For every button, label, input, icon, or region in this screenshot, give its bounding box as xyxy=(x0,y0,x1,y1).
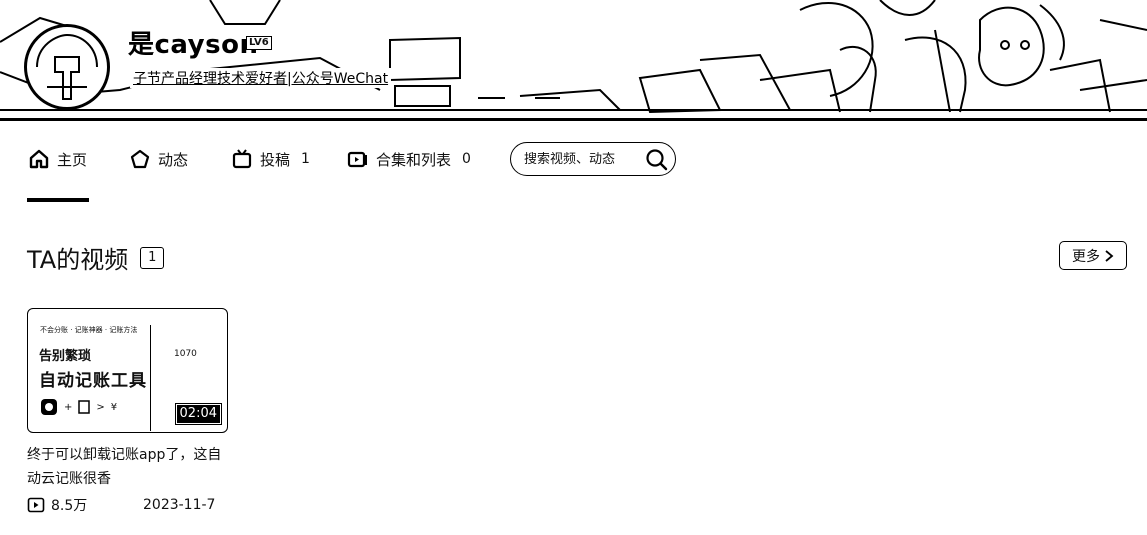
tab-collections-count: 0 xyxy=(462,151,471,167)
chevron-right-icon xyxy=(1105,249,1114,262)
video-thumbnail[interactable]: 不会分账 · 记账神器 · 记账方法 告别繁琐 自动记账工具 1070 + > … xyxy=(27,308,228,433)
receipt-icon xyxy=(78,400,91,414)
tab-dynamic[interactable]: 动态 xyxy=(129,148,188,170)
home-icon xyxy=(29,149,49,169)
thumbnail-icons: + > ¥ xyxy=(40,398,117,416)
plus-icon: + xyxy=(64,401,73,413)
tab-uploads-label: 投稿 xyxy=(260,150,291,169)
search-box xyxy=(510,142,676,176)
section-header: TA的视频 1 xyxy=(27,240,165,275)
thumbnail-subheadline: 自动记账工具 xyxy=(39,371,147,391)
tab-collections[interactable]: 合集和列表 0 xyxy=(347,148,471,170)
arrow-icon: > xyxy=(96,401,105,413)
thumbnail-headline: 告别繁琐 xyxy=(39,349,92,364)
username[interactable]: 是cayson xyxy=(128,24,258,61)
level-badge: LV6 xyxy=(246,36,272,50)
tab-home-label: 主页 xyxy=(57,150,88,169)
section-count-badge: 1 xyxy=(140,246,165,269)
dynamic-icon xyxy=(130,149,150,169)
thumbnail-amount: 1070 xyxy=(174,349,197,359)
publish-date: 2023-11-7 xyxy=(143,497,216,513)
search-button[interactable] xyxy=(645,148,669,176)
tab-collections-label: 合集和列表 xyxy=(376,150,452,169)
profile-banner: 是cayson LV6 子节产品经理技术爱好者|公众号WeChat xyxy=(0,0,1147,121)
play-count: 8.5万 xyxy=(27,495,87,515)
active-tab-indicator xyxy=(27,198,89,202)
avatar-image xyxy=(36,33,98,100)
play-count-value: 8.5万 xyxy=(51,498,88,514)
video-title[interactable]: 终于可以卸载记账app了，这自动云记账很香 xyxy=(27,443,227,491)
section-title: TA的视频 xyxy=(27,246,129,274)
thumbnail-top-text: 不会分账 · 记账神器 · 记账方法 xyxy=(40,326,138,334)
avatar[interactable] xyxy=(24,24,110,110)
search-icon xyxy=(646,149,668,171)
video-card[interactable]: 不会分账 · 记账神器 · 记账方法 告别繁琐 自动记账工具 1070 + > … xyxy=(27,308,229,515)
tab-dynamic-label: 动态 xyxy=(158,150,189,169)
play-count-icon xyxy=(27,497,45,513)
app-logo-icon xyxy=(41,399,57,415)
video-meta: 8.5万 2023-11-7 xyxy=(27,495,229,515)
bio-text: 子节产品经理技术爱好者|公众号WeChat xyxy=(130,68,392,88)
tab-uploads-count: 1 xyxy=(301,151,310,167)
tab-home[interactable]: 主页 xyxy=(28,148,87,170)
search-input[interactable] xyxy=(524,151,636,167)
tv-icon xyxy=(232,149,252,169)
video-duration: 02:04 xyxy=(174,403,223,425)
more-button-label: 更多 xyxy=(1072,248,1100,265)
collection-icon xyxy=(347,151,367,168)
thumbnail-currency-symbol: ¥ xyxy=(110,401,118,413)
more-button[interactable]: 更多 xyxy=(1059,241,1127,270)
tab-uploads[interactable]: 投稿 1 xyxy=(231,148,310,170)
